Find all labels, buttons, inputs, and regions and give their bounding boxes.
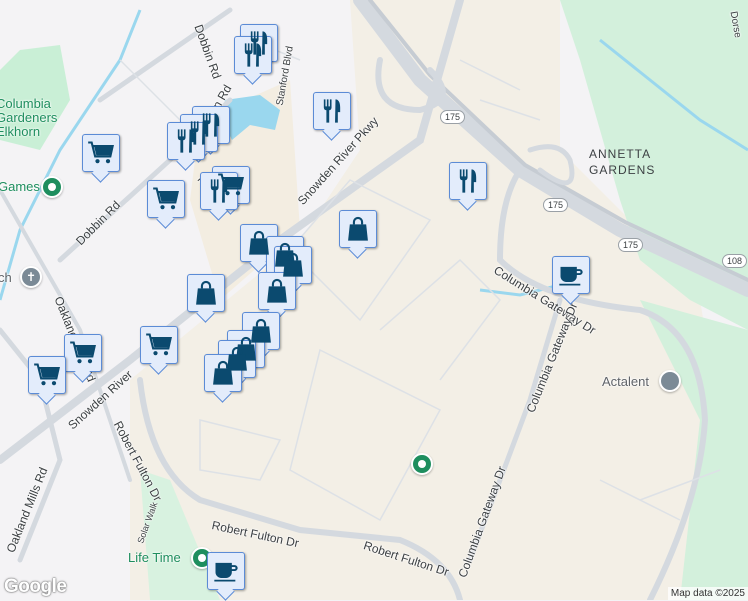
church-icon[interactable]: ✝ [20,266,42,288]
shopping-cart-icon [69,339,97,367]
coffee-icon [557,261,585,289]
shopping-cart-icon [152,185,180,213]
restaurant-icon [454,167,482,195]
map-marker-shopping-cart[interactable] [140,326,178,364]
shopping-bag-icon [279,251,307,279]
place-games[interactable]: Games [0,180,40,194]
route-175-shield: 175 [543,198,569,212]
shopping-bag-icon [263,277,291,305]
route-175-shield: 175 [440,110,466,124]
restaurant-icon [239,41,267,69]
map-marker-coffee[interactable] [552,256,590,294]
map-marker-shopping-bag[interactable] [204,354,242,392]
restaurant-icon [172,127,200,155]
area-annetta-gardens: ANNETTA GARDENS [589,147,656,177]
shopping-cart-icon [145,331,173,359]
shopping-cart-icon [87,139,115,167]
shopping-bag-icon [192,279,220,307]
map-marker-shopping-bag[interactable] [187,274,225,312]
google-logo: Google [4,576,67,597]
map-marker-shopping-cart[interactable] [64,334,102,372]
map-marker-shopping-cart[interactable] [147,180,185,218]
shopping-bag-icon [209,359,237,387]
map-marker-shopping-cart[interactable] [28,356,66,394]
coffee-icon [212,557,240,585]
poi-green-icon[interactable] [411,453,433,475]
shopping-bag-icon [344,215,372,243]
route-108-shield: 108 [722,254,748,268]
restaurant-icon [318,97,346,125]
map-marker-coffee[interactable] [207,552,245,590]
restaurant-icon [205,177,233,205]
map-marker-restaurant[interactable] [234,36,272,74]
place-church[interactable]: ch [0,270,12,285]
map-marker-shopping-bag[interactable] [339,210,377,248]
map-marker-restaurant[interactable] [200,172,238,210]
place-actalent[interactable]: Actalent [602,374,649,389]
map-marker-restaurant[interactable] [167,122,205,160]
place-life-time[interactable]: Life Time [128,551,181,565]
games-poi-icon[interactable] [41,176,63,198]
route-175-shield: 175 [618,238,644,252]
place-columbia-gardeners[interactable]: Columbia Gardeners Elkhorn [0,97,57,139]
map-attribution[interactable]: Map data ©2025 [667,587,748,600]
map-marker-shopping-cart[interactable] [82,134,120,172]
shopping-cart-icon [33,361,61,389]
map-marker-restaurant[interactable] [449,162,487,200]
shopping-bag-icon [245,229,273,257]
actalent-icon[interactable] [659,370,681,392]
map-marker-restaurant[interactable] [313,92,351,130]
map-marker-shopping-bag[interactable] [258,272,296,310]
map-canvas[interactable] [0,0,748,600]
